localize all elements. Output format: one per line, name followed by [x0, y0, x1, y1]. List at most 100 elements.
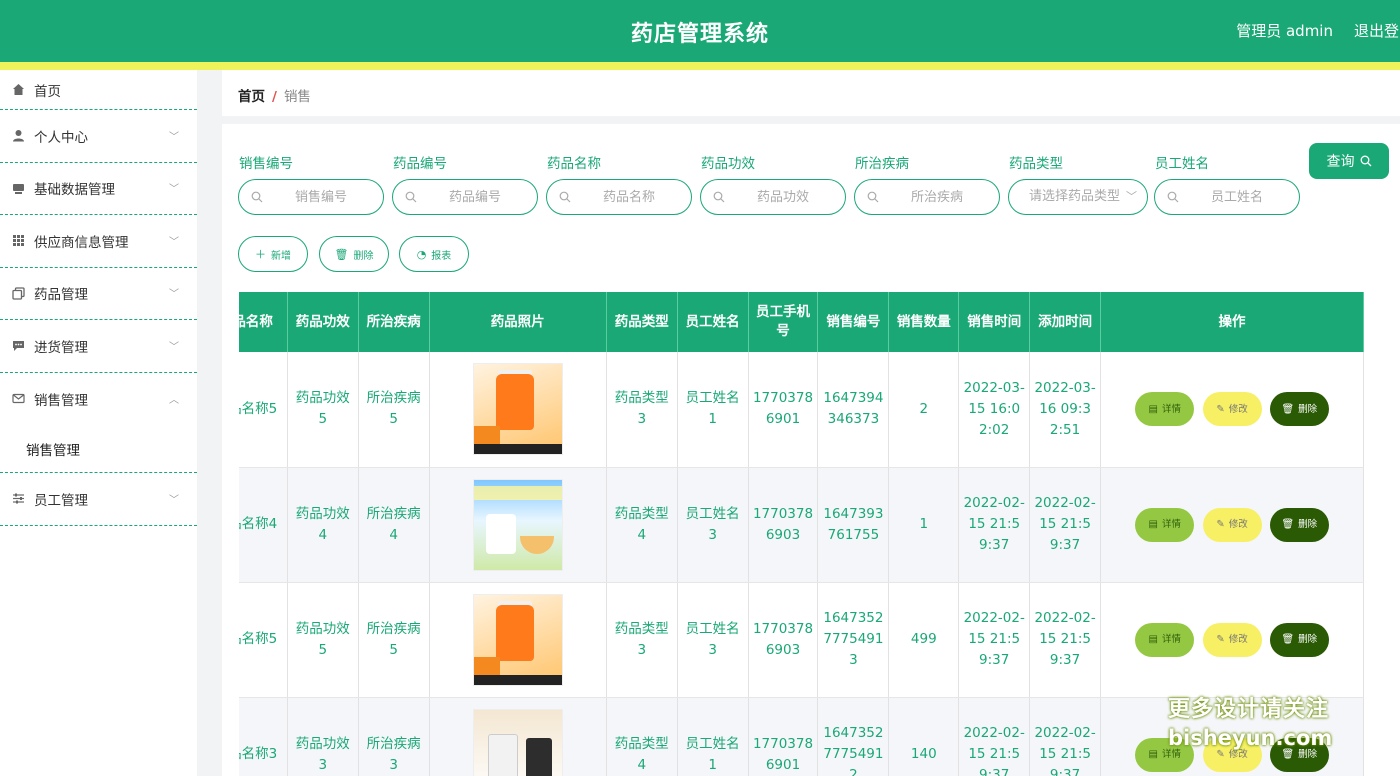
table-row: 药品名称5 药品功效5 所治疾病5 药品类型3 员工姓名1 1770378690…: [239, 352, 1364, 468]
search-icon: [713, 191, 725, 203]
sidebar-item-suppliers[interactable]: 供应商信息管理 ﹀: [0, 215, 197, 268]
header-accent-stripe: [0, 62, 1400, 70]
doc-icon: ▤: [1148, 749, 1158, 760]
edit-button-label: 修改: [1228, 519, 1248, 530]
cell-photo: [429, 467, 607, 583]
detail-button-label: 详情: [1161, 519, 1181, 530]
delete-button[interactable]: 🗑 删除: [1269, 622, 1329, 657]
sidebar-item-profile[interactable]: 个人中心 ﹀: [0, 110, 197, 163]
edit-button[interactable]: ✎ 修改: [1202, 392, 1262, 427]
delete-button[interactable]: 🗑 删除: [1269, 392, 1329, 427]
pencil-icon: ✎: [1216, 403, 1225, 415]
sidebar-subitem-sales-management[interactable]: 销售管理: [0, 425, 197, 473]
sidebar-item-medicine[interactable]: 药品管理 ﹀: [0, 268, 197, 320]
top-header: 药店管理系统 管理员 admin 退出登录: [0, 0, 1400, 62]
medicine-photo[interactable]: [472, 708, 563, 776]
cell-medicine-effect: 药品功效5: [287, 582, 359, 698]
cell-medicine-name: 药品名称5: [239, 352, 288, 468]
edit-button[interactable]: ✎ 修改: [1202, 622, 1262, 657]
cell-staff-name: 员工姓名3: [677, 582, 749, 698]
cell-medicine-name: 药品名称3: [239, 697, 288, 776]
filter-label-disease: 所治疾病: [855, 156, 909, 172]
sidebar-item-label: 进货管理: [34, 339, 88, 356]
disease-input[interactable]: [885, 186, 989, 208]
sale-no-field[interactable]: [238, 179, 384, 215]
chevron-down-icon: ﹀: [1126, 190, 1137, 203]
monitor-icon: [11, 181, 25, 195]
sidebar-item-sales[interactable]: 销售管理 ︿: [0, 373, 197, 426]
cell-sale-time: 2022-02-15 21:59:37: [958, 467, 1031, 583]
logout-link[interactable]: 退出登录: [1354, 20, 1400, 41]
sidebar-item-staff[interactable]: 员工管理 ﹀: [0, 473, 197, 526]
cell-add-time: 2022-02-15 21:59:37: [1029, 582, 1102, 698]
filter-label-staff-name: 员工姓名: [1155, 156, 1209, 172]
search-icon: [867, 191, 879, 203]
medicine-photo[interactable]: [472, 478, 563, 571]
cell-sale-qty: 140: [888, 697, 960, 776]
cell-sale-no: 1647393761755: [817, 467, 890, 583]
sidebar-item-label: 药品管理: [34, 287, 88, 304]
edit-button[interactable]: ✎ 修改: [1202, 507, 1262, 542]
medicine-no-field[interactable]: [392, 179, 538, 215]
cell-medicine-type: 药品类型4: [606, 467, 678, 583]
sale-no-input[interactable]: [269, 186, 373, 208]
medicine-photo[interactable]: [472, 593, 563, 686]
cell-operations: ▤ 详情 ✎ 修改 🗑 删除: [1100, 467, 1364, 583]
delete-button[interactable]: 🗑 删除: [1269, 507, 1329, 542]
detail-button-label: 详情: [1161, 634, 1181, 645]
medicine-type-select-value: 请选择药品类型: [1029, 189, 1121, 204]
query-button-label: 查询: [1326, 154, 1355, 170]
breadcrumb-home[interactable]: 首页: [238, 89, 265, 105]
detail-button[interactable]: ▤ 详情: [1135, 622, 1195, 657]
cell-sale-qty: 2: [888, 352, 960, 468]
detail-button[interactable]: ▤ 详情: [1135, 392, 1195, 427]
column-header: 药品名称: [239, 292, 288, 352]
main-panel: 销售编号 药品编号 药品名称 药品功效 所治疾病 药品类型 员工姓名 请选择药品…: [222, 124, 1400, 776]
medicine-no-input[interactable]: [423, 186, 527, 208]
report-button[interactable]: ◔ 报表: [399, 236, 469, 272]
doc-icon: ▤: [1148, 634, 1158, 645]
cell-sale-qty: 499: [888, 582, 960, 698]
medicine-effect-field[interactable]: [700, 179, 846, 215]
medicine-type-select[interactable]: 请选择药品类型 ﹀: [1008, 179, 1148, 215]
cell-sale-qty: 1: [888, 467, 960, 583]
query-button[interactable]: 查询: [1309, 143, 1389, 179]
cell-medicine-effect: 药品功效4: [287, 467, 359, 583]
disease-field[interactable]: [854, 179, 1000, 215]
chevron-up-icon: ︿: [169, 394, 179, 406]
cell-staff-phone: 17703786901: [748, 352, 819, 468]
filter-label-medicine-type: 药品类型: [1009, 156, 1063, 172]
staff-name-field[interactable]: [1154, 179, 1300, 215]
home-icon: [11, 83, 25, 97]
watermark: 更多设计请关注 bisheyun.com: [1168, 696, 1348, 752]
staff-name-input[interactable]: [1185, 186, 1289, 208]
watermark-line-1: 更多设计请关注: [1168, 697, 1330, 722]
medicine-name-field[interactable]: [546, 179, 692, 215]
chevron-down-icon: ﹀: [169, 494, 179, 506]
cell-medicine-name: 药品名称5: [239, 582, 288, 698]
pencil-icon: ✎: [1216, 519, 1225, 530]
user-icon: [11, 129, 25, 143]
filter-label-medicine-no: 药品编号: [393, 156, 447, 172]
cell-medicine-type: 药品类型3: [606, 352, 678, 468]
detail-button[interactable]: ▤ 详情: [1135, 507, 1195, 542]
cell-operations: ▤ 详情 ✎ 修改 🗑 删除: [1100, 582, 1364, 698]
chat-icon: [11, 339, 25, 353]
delete-button-label: 删除: [1298, 403, 1318, 415]
plus-icon: ＋: [255, 248, 266, 261]
cell-photo: [429, 352, 607, 468]
add-button[interactable]: ＋ 新增: [238, 236, 308, 272]
medicine-effect-input[interactable]: [731, 186, 835, 208]
watermark-line-2: bisheyun.com: [1168, 726, 1333, 750]
column-header: 销售数量: [888, 292, 960, 352]
sidebar-item-basic-data[interactable]: 基础数据管理 ﹀: [0, 163, 197, 215]
batch-delete-button-label: 删除: [353, 250, 374, 262]
cell-sale-time: 2022-02-15 21:59:37: [958, 697, 1031, 776]
medicine-name-input[interactable]: [577, 186, 681, 208]
filter-label-medicine-effect: 药品功效: [701, 156, 755, 172]
sidebar-item-home[interactable]: 首页: [0, 70, 197, 110]
medicine-photo[interactable]: [472, 363, 563, 456]
batch-delete-button[interactable]: 🗑 删除: [319, 236, 389, 272]
sidebar-item-purchase[interactable]: 进货管理 ﹀: [0, 320, 197, 373]
column-header: 员工姓名: [677, 292, 749, 352]
